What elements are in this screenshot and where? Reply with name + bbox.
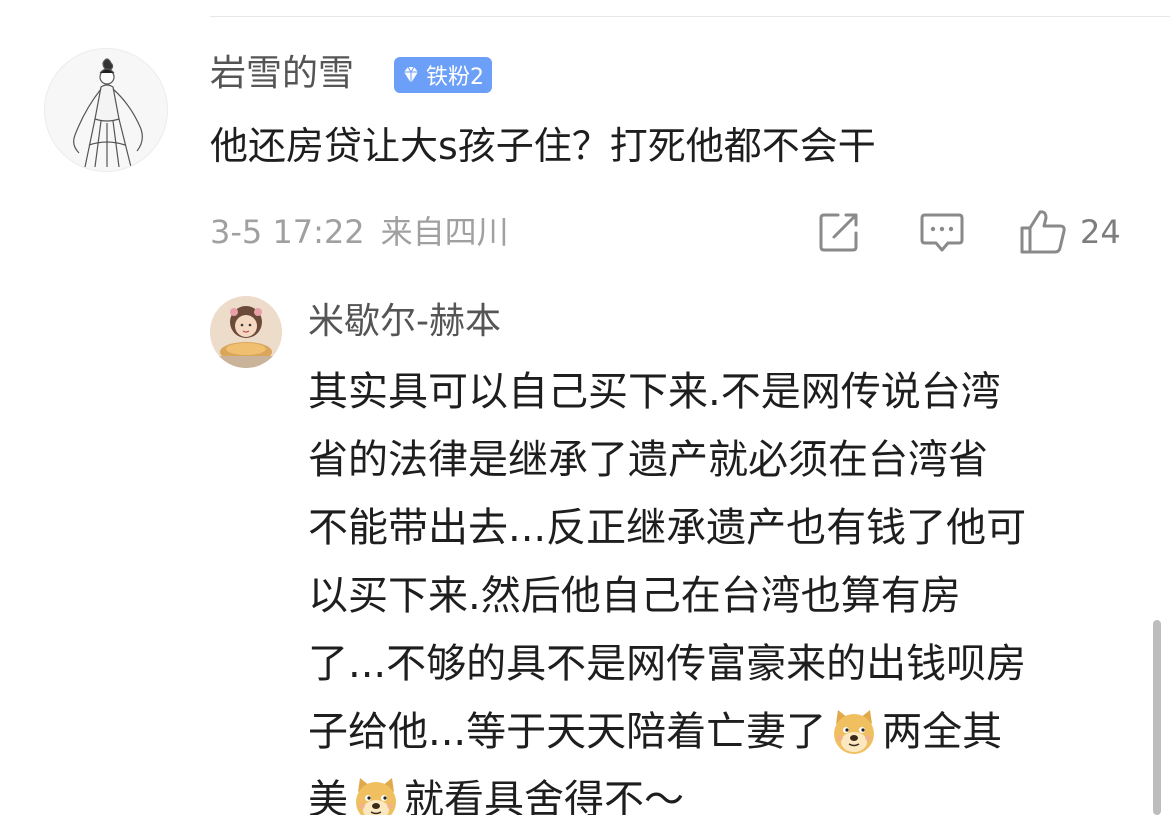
comment-thread: 岩雪的雪 铁粉2 他还房贷让大s孩子住？打死他都不会干 3-5 17:22 来自四… [0,0,1170,815]
location: 来自四川 [380,213,509,251]
reply-line: 子给他...等于天天陪着亡妻了 两全其 [308,698,1128,766]
like-count: 24 [1080,213,1121,251]
reply-avatar[interactable] [210,296,282,368]
reply-text-segment: 子给他...等于天天陪着亡妻了 [308,709,827,755]
avatar[interactable] [44,48,168,172]
avatar-illustration [73,58,143,168]
reply-text: 其实具可以自己买下来.不是网传说台湾 省的法律是继承了遗产就必须在台湾省 不能带出去… [308,358,1128,815]
reply-text-segment: 省的法律是继承了遗产就必须在台湾省 [308,437,988,483]
reply-line: 以买下来.然后他自己在台湾也算有房 [308,562,1128,630]
like-button[interactable]: 24 [1018,206,1121,258]
reply-text-segment: 两全其 [882,709,1003,755]
comment-meta: 3-5 17:22 来自四川 [210,208,509,256]
divider [210,16,1170,17]
timestamp: 3-5 17:22 [210,213,365,251]
avatar-photo [210,296,282,368]
reply-line: 不能带出去...反正继承遗产也有钱了他可 [308,494,1128,562]
reply-username[interactable]: 米歇尔-赫本 [308,296,501,348]
doge-emoji-icon [350,774,402,815]
thumbs-up-icon [1020,210,1066,254]
reply-line: 美 就看具舍得不～ [308,766,1128,815]
diamond-icon [404,66,418,83]
reply-line: 其实具可以自己买下来.不是网传说台湾 [308,358,1128,426]
reply-text-segment: 其实具可以自己买下来.不是网传说台湾 [308,369,1001,415]
badge-label: 铁粉2 [426,65,484,90]
comment-icon [920,213,964,252]
reply-line: 省的法律是继承了遗产就必须在台湾省 [308,426,1128,494]
reply-text-segment: 不能带出去...反正继承遗产也有钱了他可 [308,505,1027,551]
fan-badge[interactable]: 铁粉2 [394,57,492,93]
reply-text-segment: 了...不够的具不是网传富豪来的出钱呗房 [308,641,1027,687]
doge-emoji-icon [828,706,880,758]
comment-text: 他还房贷让大s孩子住？打死他都不会干 [210,124,876,168]
reply-text-segment: 就看具舍得不～ [404,777,684,815]
share-button[interactable] [816,206,862,258]
reply-text-segment: 以买下来.然后他自己在台湾也算有房 [308,573,961,619]
username[interactable]: 岩雪的雪 [210,48,354,100]
reply-text-segment: 美 [308,777,348,815]
scrollbar[interactable] [1153,620,1161,815]
reply-line: 了...不够的具不是网传富豪来的出钱呗房 [308,630,1128,698]
share-edit-icon [819,213,858,252]
reply-button[interactable] [918,206,966,258]
